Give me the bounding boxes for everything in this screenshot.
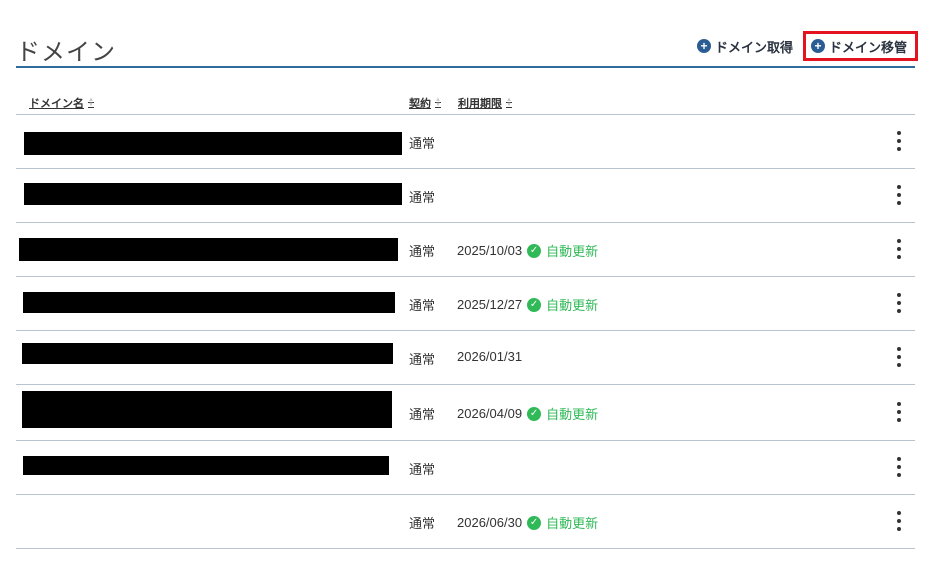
column-header-expiry[interactable]: 利用期限 ▲ ▼ — [458, 95, 512, 111]
page-title: ドメイン — [16, 39, 116, 66]
expiry-cell: 2025/10/03 ✓ 自動更新 — [457, 241, 598, 260]
table-row: 通常 2025/10/03 ✓ 自動更新 — [16, 223, 915, 277]
redacted-domain-name — [23, 456, 389, 475]
row-menu-kebab-icon[interactable] — [893, 402, 905, 422]
sort-icon: ▲ ▼ — [506, 97, 512, 108]
check-circle-icon: ✓ — [527, 243, 542, 258]
row-menu-kebab-icon[interactable] — [893, 185, 905, 205]
expiry-cell: 2026/01/31 — [457, 349, 522, 364]
table-row: 通常 2026/06/30 ✓ 自動更新 — [16, 495, 915, 549]
expiry-cell: 2025/12/27 ✓ 自動更新 — [457, 295, 598, 314]
contract-type: 通常 — [409, 352, 436, 367]
expiry-cell: 2026/04/09 ✓ 自動更新 — [457, 404, 598, 423]
sort-icon: ▲ ▼ — [435, 97, 441, 108]
row-menu-kebab-icon[interactable] — [893, 239, 905, 259]
row-menu-kebab-icon[interactable] — [893, 347, 905, 367]
redacted-domain-name — [24, 183, 402, 205]
table-row: 通常 2026/01/31 — [16, 331, 915, 385]
expiry-date: 2025/10/03 — [457, 243, 523, 258]
redacted-domain-name — [23, 292, 395, 313]
check-circle-icon: ✓ — [527, 297, 542, 312]
get-domain-label: ドメイン取得 — [715, 39, 794, 55]
check-circle-icon: ✓ — [527, 406, 542, 421]
contract-type: 通常 — [409, 407, 436, 422]
table-row: 通常 — [16, 441, 915, 495]
expiry-cell: 2026/06/30 ✓ 自動更新 — [457, 513, 598, 532]
contract-type: 通常 — [409, 516, 436, 531]
row-menu-kebab-icon[interactable] — [893, 293, 905, 313]
auto-renew-badge: ✓ 自動更新 — [527, 513, 598, 532]
redacted-domain-name — [24, 132, 402, 155]
redacted-domain-name — [22, 391, 392, 428]
expiry-date: 2025/12/27 — [457, 297, 523, 312]
transfer-domain-button[interactable]: + ドメイン移管 — [811, 37, 907, 55]
redacted-domain-name — [19, 238, 398, 261]
sort-icon: ▲ ▼ — [88, 97, 94, 108]
contract-type: 通常 — [409, 244, 436, 259]
row-menu-kebab-icon[interactable] — [893, 511, 905, 531]
auto-renew-badge: ✓ 自動更新 — [527, 295, 598, 314]
auto-renew-badge: ✓ 自動更新 — [527, 241, 598, 260]
contract-type: 通常 — [409, 298, 436, 313]
table-row: 通常 — [16, 169, 915, 223]
check-circle-icon: ✓ — [527, 515, 542, 530]
table-row: 通常 2026/04/09 ✓ 自動更新 — [16, 385, 915, 441]
contract-type: 通常 — [409, 462, 436, 477]
plus-circle-icon: + — [697, 39, 711, 53]
column-header-contract[interactable]: 契約 ▲ ▼ — [409, 95, 441, 111]
get-domain-button[interactable]: + ドメイン取得 — [697, 37, 793, 55]
column-header-domain-name[interactable]: ドメイン名 ▲ ▼ — [29, 95, 94, 111]
plus-circle-icon: + — [811, 39, 825, 53]
row-menu-kebab-icon[interactable] — [893, 457, 905, 477]
contract-type: 通常 — [409, 136, 436, 151]
table-row: 通常 — [16, 115, 915, 169]
expiry-date: 2026/01/31 — [457, 349, 523, 364]
header-divider — [16, 66, 915, 68]
auto-renew-badge: ✓ 自動更新 — [527, 404, 598, 423]
transfer-domain-label: ドメイン移管 — [829, 39, 908, 55]
contract-type: 通常 — [409, 190, 436, 205]
expiry-date: 2026/06/30 — [457, 515, 523, 530]
redacted-domain-name — [22, 343, 393, 364]
table-row: 通常 2025/12/27 ✓ 自動更新 — [16, 277, 915, 331]
expiry-date: 2026/04/09 — [457, 406, 523, 421]
row-menu-kebab-icon[interactable] — [893, 131, 905, 151]
